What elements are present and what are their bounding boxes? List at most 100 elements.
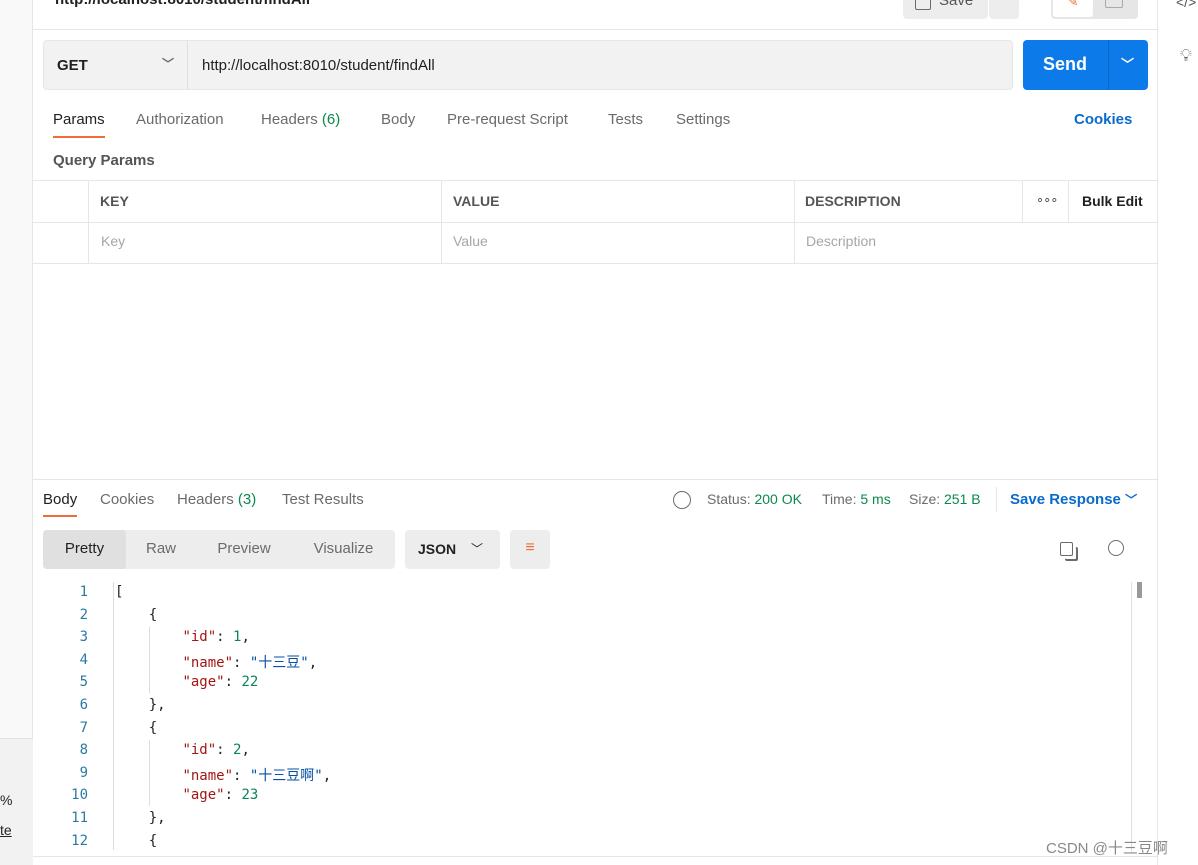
save-response-label: Save Response [1010, 491, 1121, 508]
tab-settings[interactable]: Settings [676, 111, 730, 128]
json-string: "十三豆啊" [249, 767, 323, 784]
status-value: 200 OK [754, 491, 802, 507]
json-punctuation: , [241, 742, 250, 759]
view-raw[interactable]: Raw [126, 530, 196, 569]
time-label: Time: [822, 491, 857, 507]
response-tab-cookies[interactable]: Cookies [100, 491, 154, 508]
send-divider [1108, 40, 1109, 90]
table-border [33, 180, 1157, 181]
column-header-value: VALUE [453, 193, 500, 209]
code-icon[interactable]: </> [1176, 0, 1196, 10]
tab-headers-label: Headers [261, 111, 318, 128]
save-response-button[interactable]: Save Response ﹀ [1010, 491, 1137, 508]
code-line: }, [115, 697, 166, 713]
json-number: 23 [241, 787, 259, 804]
scrollbar-thumb[interactable] [1137, 582, 1142, 598]
line-number: 4 [79, 651, 88, 668]
json-punctuation: , [322, 767, 332, 784]
response-tab-headers[interactable]: Headers (3) [177, 491, 256, 508]
code-line: "age": 22 [115, 674, 258, 690]
lightbulb-icon[interactable]: 💡︎ [1180, 46, 1192, 66]
divider [996, 487, 997, 512]
json-punctuation: : [224, 787, 242, 804]
code-line: "id": 2, [115, 742, 250, 759]
bottom-border [33, 856, 1157, 857]
request-title-bar: http://localhost:8010/student/findAll Sa… [33, 0, 1157, 30]
method-select[interactable]: GET ﹀ [43, 40, 188, 90]
copy-icon[interactable] [1060, 542, 1073, 556]
search-icon[interactable] [1108, 540, 1124, 556]
method-value: GET [57, 57, 88, 74]
tab-pre-request-script[interactable]: Pre-request Script [447, 111, 568, 128]
mode-toggle[interactable]: ✎ [1051, 0, 1138, 19]
code-line: "age": 23 [115, 787, 258, 803]
json-key: "age" [182, 787, 225, 804]
tab-headers[interactable]: Headers (6) [261, 111, 340, 128]
json-key: "id" [182, 629, 217, 646]
tab-params[interactable]: Params [53, 111, 105, 138]
value-input[interactable]: Value [453, 233, 488, 249]
time-value: 5 ms [860, 491, 891, 507]
pane-divider[interactable] [33, 479, 1157, 480]
left-bottom-panel: % te [0, 738, 33, 865]
json-punctuation: [ [115, 584, 124, 600]
headers-count: (6) [321, 111, 341, 128]
code-line: "name": "十三豆啊", [115, 765, 331, 785]
globe-icon[interactable] [673, 491, 691, 509]
json-punctuation: : [216, 742, 234, 759]
line-number: 5 [79, 674, 88, 691]
response-tab-body[interactable]: Body [43, 491, 78, 517]
json-number: 22 [241, 674, 259, 691]
save-label: Save [939, 0, 974, 9]
description-input[interactable]: Description [806, 233, 876, 249]
view-pretty[interactable]: Pretty [43, 530, 126, 569]
json-punctuation: : [224, 674, 242, 691]
view-visualize[interactable]: Visualize [292, 530, 395, 569]
view-preview[interactable]: Preview [196, 530, 292, 569]
more-options-icon[interactable]: ∘∘∘ [1036, 192, 1058, 208]
url-input[interactable]: http://localhost:8010/student/findAll [187, 40, 1013, 90]
response-headers-count: (3) [237, 491, 257, 508]
line-number: 12 [71, 832, 88, 849]
tab-tests[interactable]: Tests [608, 111, 643, 128]
key-input[interactable]: Key [101, 233, 125, 249]
code-line: }, [115, 810, 166, 826]
bulk-edit-button[interactable]: Bulk Edit [1082, 193, 1143, 209]
line-number: 11 [71, 810, 88, 826]
format-select[interactable]: JSON ﹀ [405, 530, 500, 569]
edit-pencil-icon[interactable]: ✎ [1053, 0, 1093, 17]
save-button[interactable]: Save [903, 0, 988, 19]
left-link[interactable]: te [0, 822, 12, 838]
request-title[interactable]: http://localhost:8010/student/findAll [55, 0, 310, 8]
line-number: 1 [79, 584, 88, 600]
json-key: "age" [182, 674, 225, 691]
line-number: 9 [79, 764, 88, 781]
tab-authorization[interactable]: Authorization [136, 111, 224, 128]
url-value: http://localhost:8010/student/findAll [202, 57, 435, 74]
send-dropdown-icon[interactable]: ﹀ [1121, 54, 1134, 73]
save-dropdown-button[interactable] [989, 0, 1019, 19]
json-punctuation: }, [115, 810, 166, 826]
wrap-lines-icon[interactable]: ≡ [510, 530, 550, 569]
json-key: "id" [182, 742, 217, 759]
code-line: { [115, 720, 157, 736]
code-line: { [115, 607, 157, 623]
code-line: "name": "十三豆", [115, 652, 317, 672]
cookies-link[interactable]: Cookies [1074, 111, 1132, 128]
indent-guide [149, 740, 150, 806]
tab-body[interactable]: Body [381, 111, 415, 128]
line-number: 6 [79, 697, 88, 713]
comment-icon[interactable] [1105, 0, 1123, 8]
response-tab-test-results[interactable]: Test Results [282, 491, 364, 508]
line-number: 7 [79, 719, 88, 736]
line-number: 2 [79, 606, 88, 623]
percent-text: % [0, 792, 13, 808]
send-label: Send [1043, 54, 1088, 74]
send-button[interactable]: Send ﹀ [1023, 40, 1148, 90]
line-number: 10 [71, 787, 88, 804]
chevron-down-icon: ﹀ [471, 542, 484, 556]
json-key: "name" [182, 767, 234, 784]
query-params-title: Query Params [53, 152, 155, 169]
active-tab-indicator [43, 515, 78, 517]
save-icon [915, 0, 931, 10]
